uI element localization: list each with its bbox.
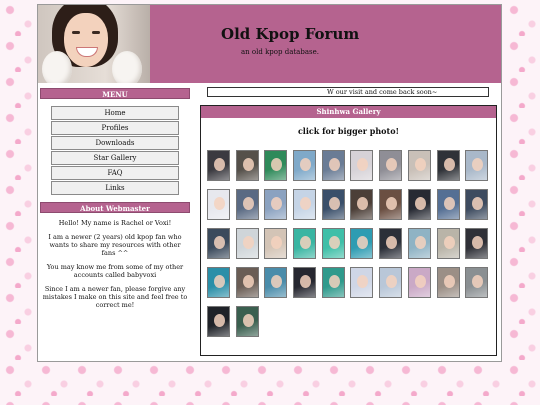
gallery-thumbnail[interactable] (379, 189, 403, 220)
gallery-thumbnail[interactable] (235, 189, 259, 220)
gallery-thumbnail[interactable] (293, 189, 317, 220)
gallery-thumbnail[interactable] (407, 150, 431, 181)
site-title: Old Kpop Forum (221, 25, 360, 43)
gallery-thumbnail[interactable] (436, 267, 460, 298)
gallery-thumbnail[interactable] (207, 228, 230, 259)
header-photo (38, 5, 150, 83)
menu-item-home[interactable]: Home (51, 106, 179, 120)
menu-item-profiles[interactable]: Profiles (51, 121, 179, 135)
welcome-marquee: W our visit and come back soon~ (207, 87, 489, 97)
gallery-thumbnail[interactable] (207, 150, 230, 181)
gallery-thumbnail[interactable] (407, 228, 431, 259)
gallery-thumbnail[interactable] (436, 228, 460, 259)
about-text: Hello! My name is Rachel or Voxi! I am a… (42, 219, 188, 315)
gallery-thumbnail[interactable] (465, 228, 489, 259)
menu-heading: MENU (40, 88, 190, 99)
about-paragraph: You may know me from some of my other ac… (46, 263, 184, 279)
gallery-thumbnail[interactable] (350, 189, 374, 220)
gallery-thumbnail[interactable] (350, 267, 374, 298)
gallery-thumbnail[interactable] (235, 306, 259, 337)
gallery-heading: Shinhwa Gallery (201, 106, 496, 118)
gallery-thumbnail[interactable] (350, 150, 374, 181)
gallery-thumbnail[interactable] (379, 150, 403, 181)
gallery-thumbnail[interactable] (293, 267, 317, 298)
gallery-thumbnail[interactable] (321, 267, 345, 298)
gallery-thumbnail[interactable] (379, 228, 403, 259)
gallery-thumbnail[interactable] (465, 267, 489, 298)
gallery-thumbnail[interactable] (264, 150, 288, 181)
gallery-thumbnail[interactable] (465, 150, 489, 181)
site-subtitle: an old kpop database. (241, 48, 319, 56)
gallery-thumbnail[interactable] (436, 189, 460, 220)
about-heading: About Webmaster (40, 202, 190, 213)
menu-item-links[interactable]: Links (51, 181, 179, 195)
about-paragraph: I am a newer (2 years) old kpop fan who … (48, 233, 182, 257)
gallery-thumbnail[interactable] (235, 150, 259, 181)
gallery-thumbnail[interactable] (407, 189, 431, 220)
gallery-panel: Shinhwa Gallery click for bigger photo! (200, 105, 497, 356)
gallery-thumbnail[interactable] (321, 189, 345, 220)
menu-list: Home Profiles Downloads Star Gallery FAQ… (51, 106, 179, 196)
gallery-thumbnail[interactable] (407, 267, 431, 298)
thumbnail-grid (207, 150, 492, 337)
menu-item-star-gallery[interactable]: Star Gallery (51, 151, 179, 165)
gallery-thumbnail[interactable] (293, 228, 317, 259)
gallery-thumbnail[interactable] (465, 189, 489, 220)
gallery-note: click for bigger photo! (297, 126, 400, 136)
gallery-thumbnail[interactable] (321, 150, 345, 181)
gallery-thumbnail[interactable] (207, 306, 230, 337)
gallery-thumbnail[interactable] (235, 228, 259, 259)
gallery-thumbnail[interactable] (264, 189, 288, 220)
menu-item-downloads[interactable]: Downloads (51, 136, 179, 150)
gallery-thumbnail[interactable] (207, 189, 230, 220)
page-container: Old Kpop Forum an old kpop database. MEN… (37, 4, 502, 362)
gallery-thumbnail[interactable] (379, 267, 403, 298)
gallery-thumbnail[interactable] (321, 228, 345, 259)
gallery-thumbnail[interactable] (264, 267, 288, 298)
gallery-thumbnail[interactable] (235, 267, 259, 298)
gallery-thumbnail[interactable] (293, 150, 317, 181)
gallery-thumbnail[interactable] (350, 228, 374, 259)
marquee-text: W our visit and come back soon~ (327, 88, 438, 96)
site-header: Old Kpop Forum an old kpop database. (38, 5, 501, 83)
about-paragraph: Hello! My name is Rachel or Voxi! (58, 219, 172, 227)
gallery-thumbnail[interactable] (207, 267, 230, 298)
gallery-thumbnail[interactable] (436, 150, 460, 181)
menu-item-faq[interactable]: FAQ (51, 166, 179, 180)
about-paragraph: Since I am a newer fan, please forgive a… (42, 285, 188, 309)
gallery-thumbnail[interactable] (264, 228, 288, 259)
